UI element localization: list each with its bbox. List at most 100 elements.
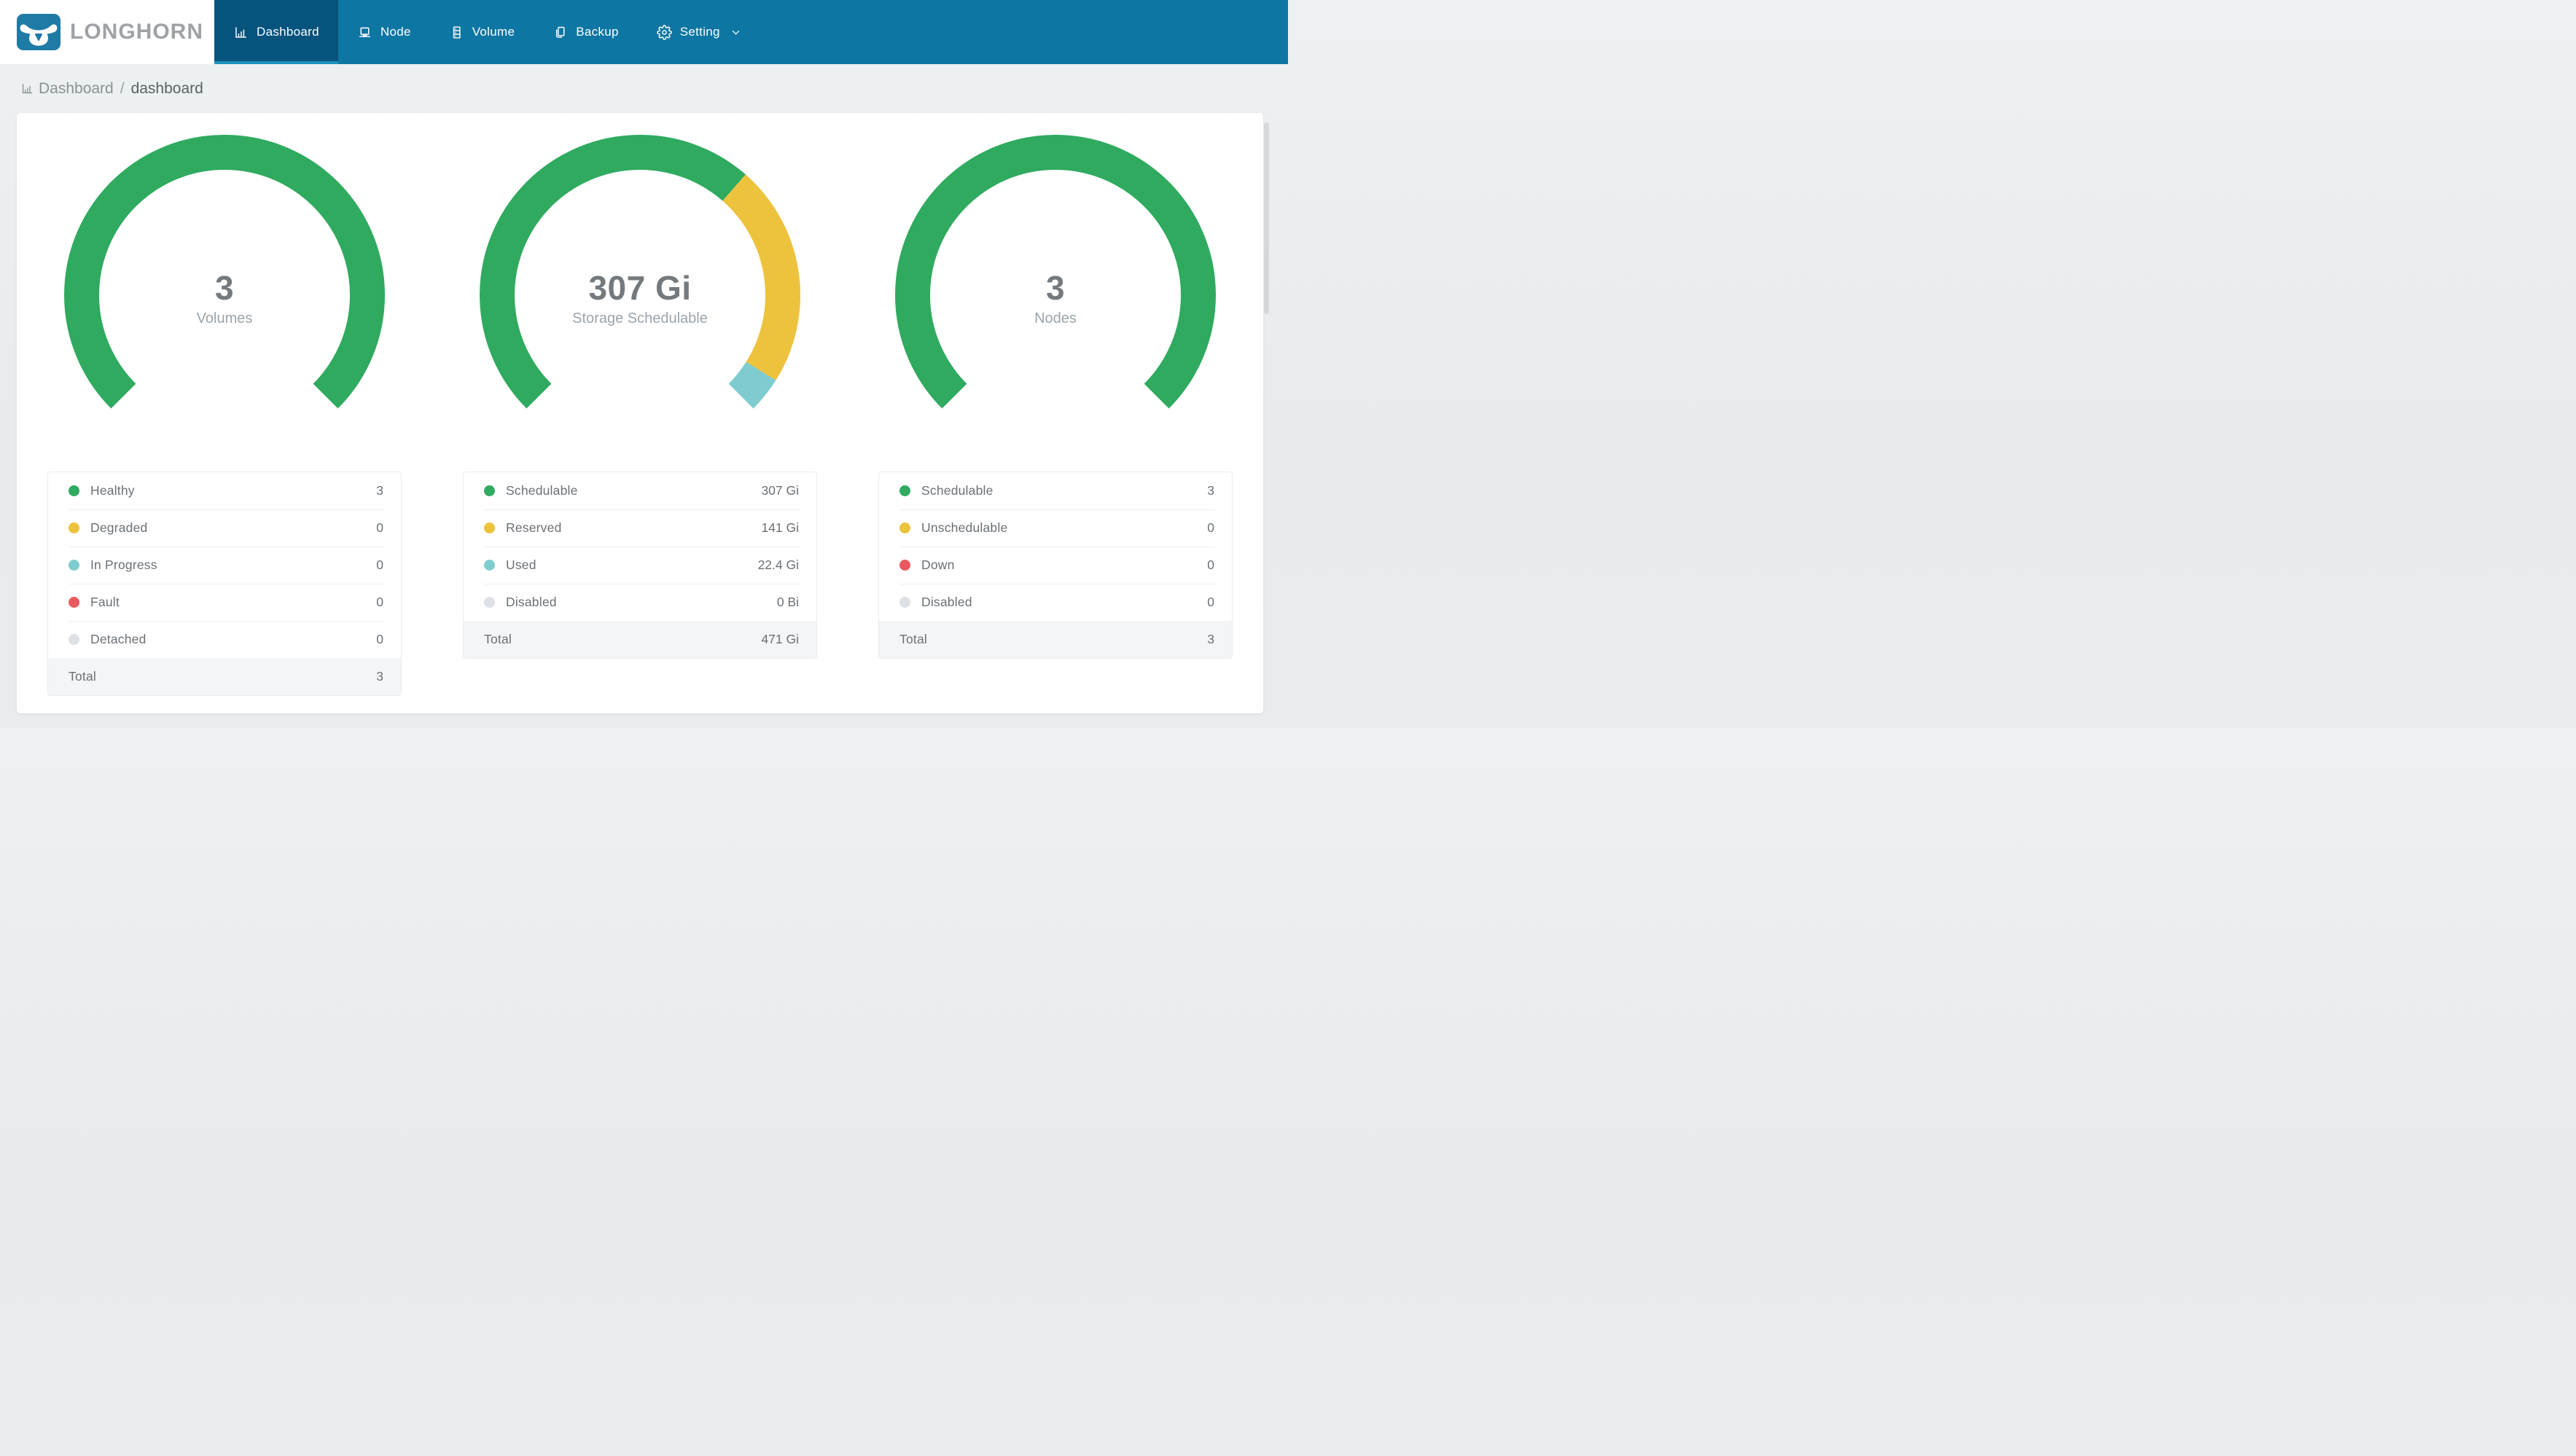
legend-dot [69, 597, 79, 608]
breadcrumb-separator: / [120, 79, 125, 97]
legend-row: Unschedulable 0 [879, 509, 1232, 547]
legend-row: Used 22.4 Gi [464, 547, 816, 584]
legend-value: 0 [1207, 557, 1214, 572]
main-nav: Dashboard Node Volume Backup Setting [214, 0, 1288, 64]
legend-label: Reserved [506, 520, 562, 535]
legend-label: Total [69, 669, 96, 684]
legend-label: Total [484, 632, 512, 646]
storage-gauge: 307 Gi Storage Schedulable [480, 135, 800, 455]
legend-value: 0 [376, 632, 383, 646]
legend-value: 0 [376, 520, 383, 535]
legend-value: 0 Bi [776, 595, 799, 609]
legend-label: Unschedulable [921, 520, 1008, 535]
longhorn-logo-icon [17, 14, 61, 50]
legend-row: Reserved 141 Gi [464, 509, 816, 547]
brand-name: LONGHORN [70, 20, 203, 44]
gauge-segment [64, 135, 385, 409]
legend-value: 3 [376, 483, 383, 498]
top-navbar: LONGHORN Dashboard Node Volume Backup Se… [0, 0, 1288, 64]
nav-item-label: Dashboard [257, 25, 319, 39]
nodes-column: 3 Nodes Schedulable 3 Unschedulable 0 Down 0 D… [848, 135, 1263, 713]
legend-value: 471 Gi [761, 632, 799, 646]
nav-item-node[interactable]: Node [338, 0, 430, 64]
legend-label: Degraded [90, 520, 148, 535]
nav-item-setting[interactable]: Setting [638, 0, 760, 64]
brand[interactable]: LONGHORN [0, 0, 214, 64]
legend-dot [484, 597, 495, 608]
legend-row: Fault 0 [48, 584, 401, 621]
gauge-segment [728, 361, 776, 409]
legend-label: Down [921, 557, 955, 572]
nav-item-label: Volume [472, 25, 515, 39]
scrollbar-thumb[interactable] [1264, 122, 1269, 314]
nav-item-backup[interactable]: Backup [534, 0, 638, 64]
legend-dot [484, 560, 495, 571]
legend-dot [484, 485, 495, 496]
legend-dot [69, 522, 79, 533]
legend-label: Schedulable [506, 483, 578, 498]
legend-value: 0 [376, 595, 383, 609]
gauge-segment [722, 174, 800, 381]
legend-dot [484, 522, 495, 533]
legend-label: Detached [90, 632, 147, 646]
nodes-gauge-arc [895, 135, 1216, 409]
legend-row: Schedulable 307 Gi [464, 472, 816, 509]
legend-value: 307 Gi [761, 483, 799, 498]
legend-row: Degraded 0 [48, 509, 401, 547]
legend-value: 0 [376, 557, 383, 572]
legend-row: Disabled 0 [879, 584, 1232, 621]
nav-item-label: Node [380, 25, 411, 39]
storage-gauge-arc [480, 135, 800, 409]
legend-row: In Progress 0 [48, 547, 401, 584]
legend-label: Total [899, 632, 927, 646]
storage-legend-table: Schedulable 307 Gi Reserved 141 Gi Used 22.4 … [463, 471, 817, 659]
legend-value: 141 Gi [761, 520, 799, 535]
legend-value: 3 [376, 669, 383, 684]
legend-value: 3 [1207, 483, 1214, 498]
legend-row: Healthy 3 [48, 472, 401, 509]
volumes-legend-table: Healthy 3 Degraded 0 In Progress 0 Fault 0 Detac… [47, 471, 402, 696]
legend-label: Used [506, 557, 536, 572]
legend-total-row: Total 3 [48, 658, 401, 695]
legend-value: 22.4 Gi [757, 557, 799, 572]
legend-label: Disabled [506, 595, 557, 609]
laptop-icon [359, 27, 370, 37]
nodes-legend-table: Schedulable 3 Unschedulable 0 Down 0 Disabled 0… [878, 471, 1233, 659]
server-icon [453, 26, 461, 39]
gear-icon [656, 24, 672, 40]
legend-row: Down 0 [879, 547, 1232, 584]
nav-item-label: Setting [679, 25, 720, 39]
legend-total-row: Total 3 [879, 621, 1232, 658]
volumes-column: 3 Volumes Healthy 3 Degraded 0 In Progress 0 F… [17, 135, 432, 713]
nav-item-dashboard[interactable]: Dashboard [214, 0, 338, 64]
volumes-gauge: 3 Volumes [64, 135, 385, 455]
legend-label: Fault [90, 595, 120, 609]
legend-value: 3 [1207, 632, 1214, 646]
legend-dot [899, 485, 910, 496]
breadcrumb-section[interactable]: Dashboard [39, 80, 114, 98]
legend-dot [69, 485, 79, 496]
legend-dot [899, 560, 910, 571]
legend-dot [899, 597, 910, 608]
bar-chart-icon [235, 27, 246, 38]
dashboard-card: 3 Volumes Healthy 3 Degraded 0 In Progress 0 F… [17, 113, 1263, 713]
legend-value: 0 [1207, 595, 1214, 609]
chevron-down-icon [732, 30, 740, 35]
legend-label: Disabled [921, 595, 972, 609]
legend-total-row: Total 471 Gi [464, 621, 816, 658]
legend-row: Disabled 0 Bi [464, 584, 816, 621]
nodes-gauge: 3 Nodes [895, 135, 1216, 455]
storage-column: 307 Gi Storage Schedulable Schedulable 30… [432, 135, 848, 713]
breadcrumb: Dashboard / dashboard [0, 64, 1288, 113]
legend-dot [899, 522, 910, 533]
nav-item-volume[interactable]: Volume [430, 0, 534, 64]
legend-label: In Progress [90, 557, 157, 572]
legend-row: Detached 0 [48, 621, 401, 658]
nav-item-label: Backup [576, 25, 619, 39]
legend-row: Schedulable 3 [879, 472, 1232, 509]
legend-label: Healthy [90, 483, 135, 498]
copy-icon [556, 26, 565, 38]
volumes-gauge-arc [64, 135, 385, 409]
gauge-segment [480, 135, 746, 409]
gauge-segment [895, 135, 1216, 409]
